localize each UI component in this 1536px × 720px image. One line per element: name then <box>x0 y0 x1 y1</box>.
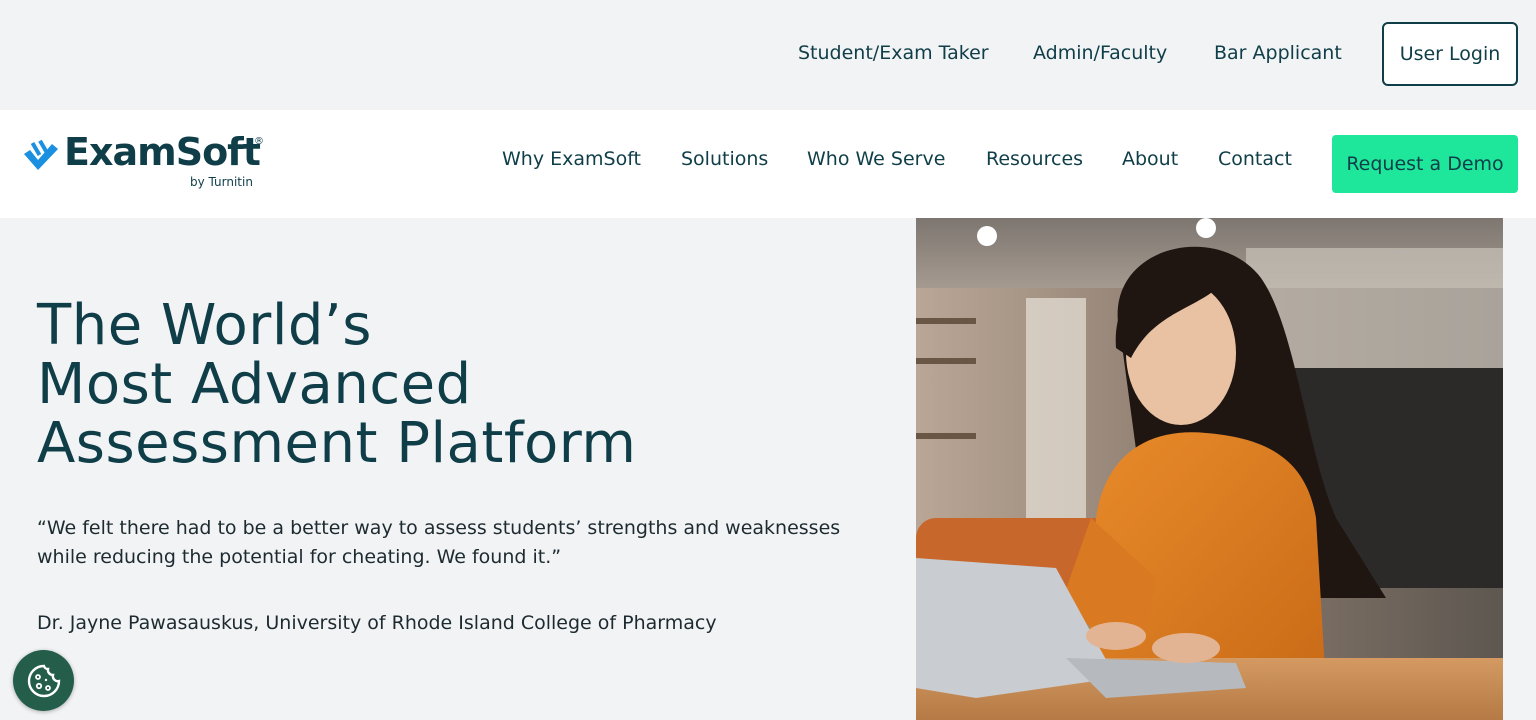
nav-solutions[interactable]: Solutions <box>681 148 768 170</box>
nav-resources[interactable]: Resources <box>986 148 1083 170</box>
testimonial-quote: “We felt there had to be a better way to… <box>37 517 841 568</box>
hero-photo <box>916 218 1503 720</box>
checkmark-bars-icon <box>24 139 58 170</box>
logo-wordmark: ExamSoft <box>64 130 261 174</box>
cookie-settings-button[interactable] <box>13 650 74 711</box>
nav-why-examsoft[interactable]: Why ExamSoft <box>502 148 641 170</box>
testimonial-attribution: Dr. Jayne Pawasauskus, University of Rho… <box>37 612 717 634</box>
student-exam-taker-link[interactable]: Student/Exam Taker <box>798 42 989 64</box>
nav-who-we-serve[interactable]: Who We Serve <box>807 148 945 170</box>
hero-title: The World’s Most Advanced Assessment Pla… <box>37 296 797 473</box>
hero-title-line: The World’s <box>37 293 372 358</box>
examsoft-logo[interactable]: ExamSoft ® by Turnitin <box>22 130 272 200</box>
admin-faculty-link[interactable]: Admin/Faculty <box>1033 42 1167 64</box>
main-nav: ExamSoft ® by Turnitin Why ExamSoft Solu… <box>0 110 1536 218</box>
hero-title-line: Assessment Platform <box>37 411 637 476</box>
cookie-icon <box>27 664 60 697</box>
utility-bar: Student/Exam Taker Admin/Faculty Bar App… <box>0 0 1536 110</box>
bar-applicant-link[interactable]: Bar Applicant <box>1214 42 1342 64</box>
request-demo-button[interactable]: Request a Demo <box>1332 135 1518 193</box>
registered-mark: ® <box>254 136 264 147</box>
user-login-button[interactable]: User Login <box>1382 22 1518 86</box>
nav-about[interactable]: About <box>1122 148 1178 170</box>
nav-contact[interactable]: Contact <box>1218 148 1292 170</box>
logo-tagline: by Turnitin <box>190 175 253 189</box>
hero-title-line: Most Advanced <box>37 352 472 417</box>
